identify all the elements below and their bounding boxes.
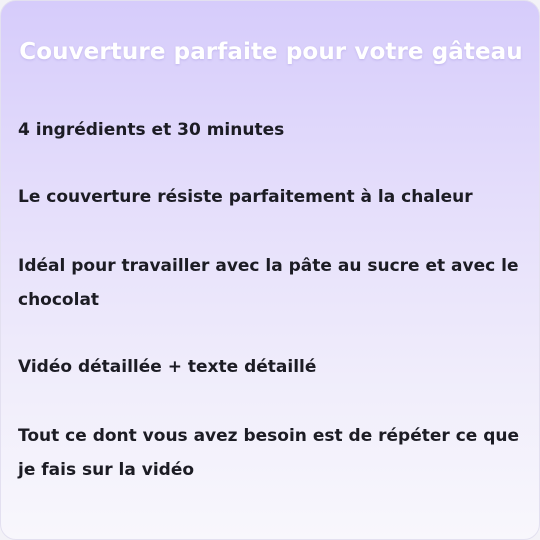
feature-item-sugar-paste: Idéal pour travailler avec la pâte au su… [18,256,519,310]
feature-item-time: 4 ingrédients et 30 minutes [18,120,285,140]
feature-card: Couverture parfaite pour votre gâteau 4 … [0,0,540,540]
feature-item-heat-resistance: Le couverture résiste parfaitement à la … [18,187,473,207]
feature-item-video: Vidéo détaillée + texte détaillé [18,357,317,377]
feature-item-repeat: Tout ce dont vous avez besoin est de rép… [18,426,520,480]
card-title: Couverture parfaite pour votre gâteau [19,39,523,65]
